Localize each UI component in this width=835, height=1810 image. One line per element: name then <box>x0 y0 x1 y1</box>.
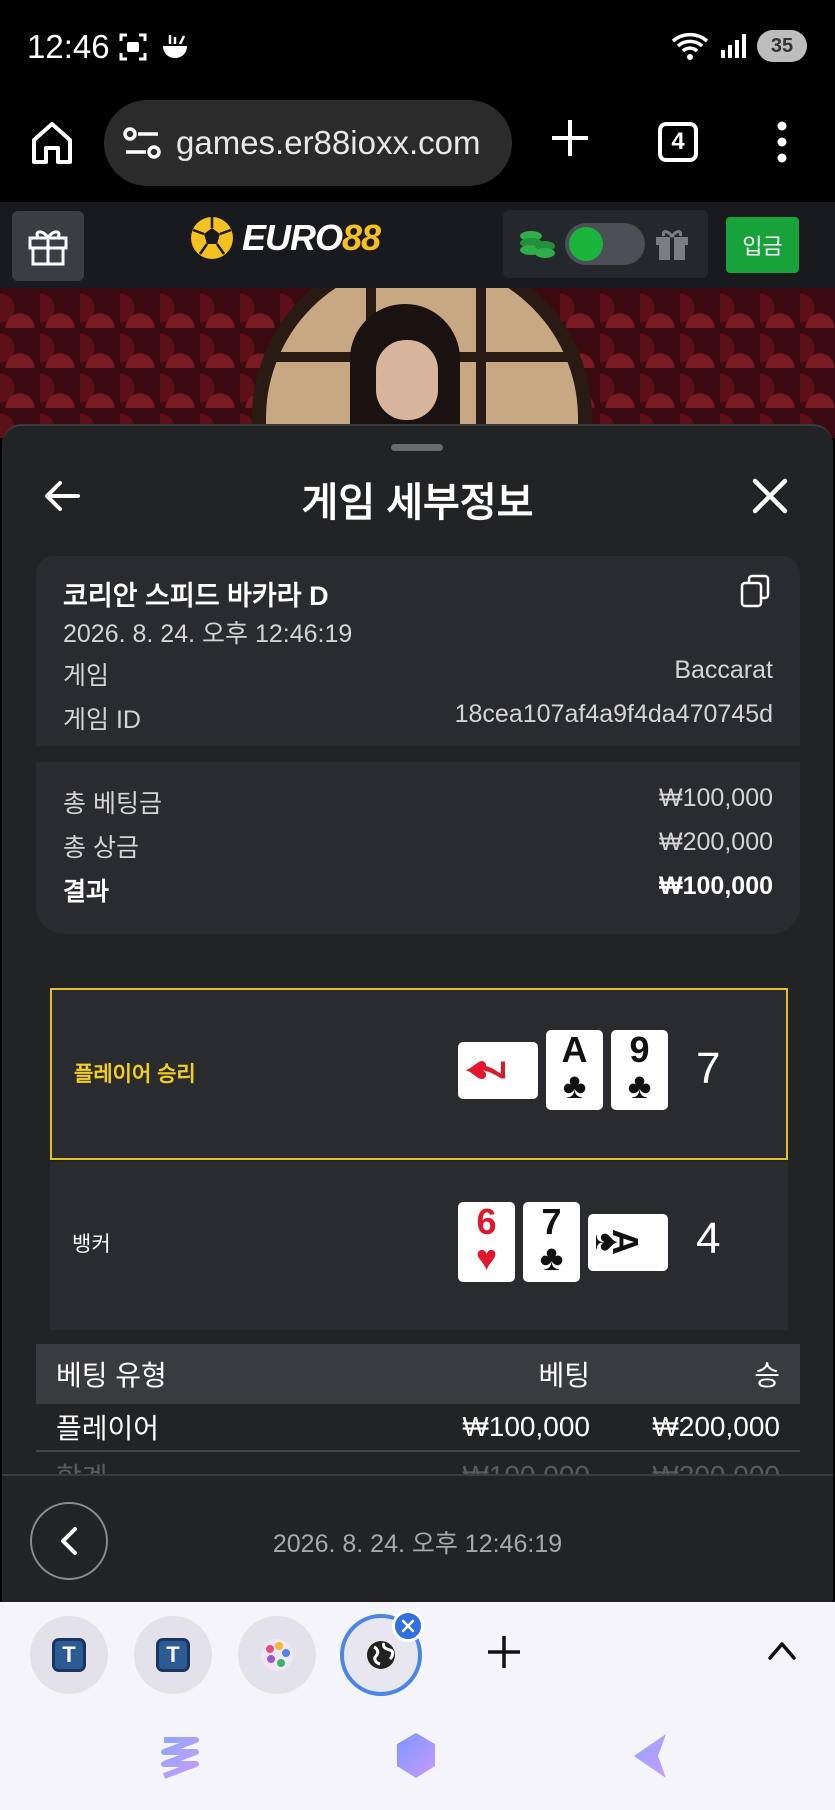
game-info-card: 코리안 스피드 바카라 D 2026. 8. 24. 오후 12:46:19 게… <box>36 556 800 746</box>
signal-icon <box>721 34 746 58</box>
logo-text-euro: EURO <box>242 217 343 258</box>
coins-stack-icon <box>520 231 555 258</box>
banker-cards: 6 ♥ 7 ♣ A ♠ <box>458 1202 668 1282</box>
browser-tab-strip: T T <box>0 1602 835 1810</box>
total-bet-label: 총 베팅금 <box>63 790 162 818</box>
tab-thumbnail-2[interactable]: T <box>134 1616 212 1694</box>
wifi-icon <box>671 33 709 60</box>
player-cards: 7 ♥ A ♣ 9 ♣ <box>458 1030 668 1110</box>
globe-icon <box>367 1641 395 1669</box>
home-nav-icon[interactable] <box>390 1730 442 1782</box>
game-id-value: 18cea107af4a9f4da470745d <box>454 700 773 728</box>
toggle-knob <box>569 227 603 261</box>
balance-toggle[interactable] <box>565 223 645 265</box>
screenshot-icon <box>119 33 147 61</box>
player-score: 7 <box>696 1044 721 1093</box>
win-amount-cell: ₩200,000 <box>652 1411 780 1442</box>
bet-type-cell: 플레이어 <box>56 1413 160 1444</box>
total-prize-row: 총 상금 ₩200,000 <box>63 828 773 864</box>
more-options-icon[interactable] <box>770 118 794 166</box>
game-id-row: 게임 ID 18cea107af4a9f4da470745d <box>63 700 773 736</box>
close-tab-button[interactable] <box>392 1610 424 1642</box>
sheet-footer: 2026. 8. 24. 오후 12:46:19 <box>2 1474 833 1602</box>
total-prize-value: ₩200,000 <box>659 828 773 856</box>
sheet-title: 게임 세부정보 <box>301 481 534 525</box>
wallet-widget[interactable] <box>503 210 708 278</box>
site-settings-icon[interactable] <box>122 125 162 161</box>
chevron-up-icon[interactable] <box>766 1638 798 1662</box>
url-text: games.er88ioxx.com <box>176 124 481 161</box>
game-type-value: Baccarat <box>674 656 773 684</box>
battery-indicator: 35 <box>757 30 807 62</box>
status-bar: 12:46 35 <box>0 0 835 96</box>
net-result-row: 결과 ₩100,000 <box>63 872 773 908</box>
game-datetime: 2026. 8. 24. 오후 12:46:19 <box>63 620 353 648</box>
gift-box-icon <box>28 230 68 266</box>
copy-icon[interactable] <box>740 574 770 608</box>
playing-card: 7 ♣ <box>523 1202 580 1282</box>
footer-datetime: 2026. 8. 24. 오후 12:46:19 <box>272 1530 563 1558</box>
sheet-drag-handle[interactable] <box>391 444 443 451</box>
total-bet-row: 총 베팅금 ₩100,000 <box>63 784 773 820</box>
recents-nav-icon[interactable] <box>154 1730 206 1782</box>
live-video-stream <box>0 288 835 438</box>
gift-icon[interactable] <box>653 225 691 263</box>
tab-favicon: T <box>52 1638 86 1672</box>
header-win: 승 <box>754 1360 780 1391</box>
banker-score: 4 <box>696 1214 721 1263</box>
playing-card: 6 ♥ <box>458 1202 515 1282</box>
banker-result-panel: 뱅커 6 ♥ 7 ♣ A ♠ 4 <box>50 1162 788 1330</box>
game-type-row: 게임 Baccarat <box>63 656 773 692</box>
deposit-button[interactable]: 입금 <box>726 217 799 273</box>
total-bet-value: ₩100,000 <box>659 784 773 812</box>
dealer-face <box>376 340 438 420</box>
soccer-ball-icon <box>191 217 233 259</box>
bet-amount-cell: ₩100,000 <box>462 1411 590 1442</box>
tab-thumbnail-3[interactable] <box>238 1616 316 1694</box>
promo-button[interactable] <box>12 211 84 281</box>
address-bar[interactable]: games.er88ioxx.com <box>104 100 512 186</box>
header-bet-type: 베팅 유형 <box>56 1360 167 1391</box>
table-row: 플레이어 ₩100,000 ₩200,000 <box>36 1404 800 1452</box>
playing-card: 9 ♣ <box>611 1030 668 1110</box>
status-notification-icons <box>118 32 190 62</box>
bowl-icon <box>163 35 187 58</box>
close-icon[interactable] <box>750 476 790 516</box>
status-time: 12:46 <box>27 28 110 65</box>
game-type-label: 게임 <box>63 662 110 690</box>
palette-icon <box>261 1639 293 1671</box>
playing-card: 7 ♥ <box>458 1041 538 1099</box>
header-bet: 베팅 <box>538 1360 590 1391</box>
game-details-sheet: 게임 세부정보 코리안 스피드 바카라 D 2026. 8. 24. 오후 12… <box>2 424 833 1602</box>
home-icon[interactable] <box>30 118 74 166</box>
tab-thumbnail-1[interactable]: T <box>30 1616 108 1694</box>
bet-summary-card: 총 베팅금 ₩100,000 총 상금 ₩200,000 결과 ₩100,000 <box>36 762 800 934</box>
logo-text-88: 88 <box>342 217 381 258</box>
playing-card: A ♠ <box>588 1213 668 1271</box>
site-header: EURO88 입금 <box>0 202 835 288</box>
new-tab-icon[interactable] <box>548 116 592 160</box>
add-tab-icon[interactable] <box>484 1632 524 1672</box>
net-result-label: 결과 <box>63 878 110 906</box>
back-nav-icon[interactable] <box>626 1730 678 1782</box>
player-result-panel: 플레이어 승리 7 ♥ A ♣ 9 ♣ 7 <box>50 988 788 1160</box>
total-prize-label: 총 상금 <box>63 834 139 862</box>
game-id-label: 게임 ID <box>63 706 141 734</box>
close-icon <box>401 1619 415 1633</box>
tab-favicon: T <box>156 1638 190 1672</box>
player-result-label: 플레이어 승리 <box>74 1063 196 1086</box>
status-right-icons: 35 <box>671 30 807 62</box>
playing-card: A ♣ <box>546 1030 603 1110</box>
net-result-value: ₩100,000 <box>659 872 773 900</box>
table-header: 베팅 유형 베팅 승 <box>36 1344 800 1404</box>
game-name: 코리안 스피드 바카라 D <box>63 581 329 611</box>
site-logo[interactable]: EURO88 <box>188 214 381 262</box>
browser-toolbar: games.er88ioxx.com 4 <box>0 96 835 202</box>
banker-result-label: 뱅커 <box>72 1233 111 1256</box>
tab-switcher-button[interactable]: 4 <box>658 122 698 162</box>
